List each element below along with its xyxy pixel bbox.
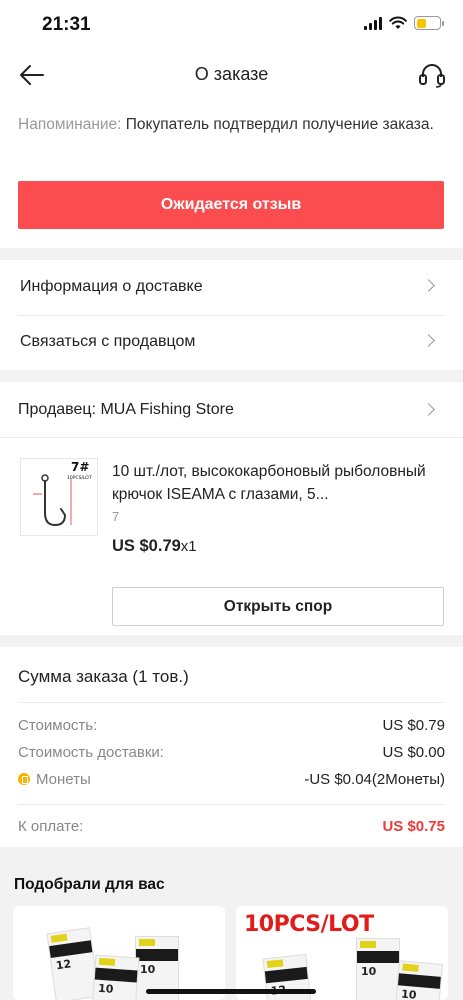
cost-label: Стоимость: — [18, 717, 98, 734]
reminder-message: Покупатель подтвердил получение заказа. — [125, 116, 434, 133]
hook-pack-image: 10 — [356, 938, 400, 1000]
page-title: О заказе — [194, 64, 269, 84]
pack-number: 10 — [400, 987, 418, 1000]
battery-icon — [414, 16, 444, 30]
pack-number: 12 — [55, 957, 73, 973]
divider — [0, 437, 463, 438]
contact-seller-row[interactable]: Связаться с продавцом — [0, 315, 463, 370]
app-header: О заказе — [0, 50, 463, 100]
wifi-icon — [389, 16, 407, 29]
shipping-value: US $0.00 — [382, 744, 445, 761]
coins-label: Монеты — [36, 771, 91, 788]
summary-line-shipping: Стоимость доставки: US $0.00 — [18, 744, 445, 766]
order-summary-title: Сумма заказа (1 тов.) — [18, 667, 189, 686]
coin-icon — [18, 773, 30, 785]
cost-value: US $0.79 — [382, 717, 445, 734]
order-reminder-section: Напоминание: Покупатель подтвердил получ… — [0, 100, 463, 248]
total-label: К оплате: — [18, 818, 84, 835]
status-bar: 21:31 — [0, 0, 463, 50]
thumb-size-label: 7# — [71, 460, 89, 474]
hook-pack-image: 10 — [393, 960, 443, 1000]
product-variant: 7 — [112, 509, 120, 524]
product-price-line: US $0.79x1 — [112, 537, 197, 556]
reminder-label: Напоминание: — [18, 116, 122, 133]
product-price: US $0.79 — [112, 537, 181, 555]
delivery-info-row[interactable]: Информация о доставке — [0, 260, 463, 315]
total-value: US $0.75 — [382, 818, 445, 835]
delivery-info-label: Информация о доставке — [20, 278, 203, 295]
divider — [18, 804, 445, 805]
recommended-product-card[interactable]: 12 10 10 — [13, 906, 225, 1000]
coins-label-wrap: Монеты — [18, 771, 91, 788]
product-title[interactable]: 10 шт./лот, высококарбоновый рыболовный … — [112, 460, 446, 506]
fishing-hook-image: 7# 10PCS/LOT — [33, 460, 92, 527]
product-quantity: x1 — [180, 538, 197, 555]
chevron-right-icon — [422, 403, 435, 416]
hook-pack-image: 10 — [90, 954, 140, 1000]
pack-number: 10 — [361, 965, 377, 978]
shipping-label: Стоимость доставки: — [18, 744, 164, 761]
seller-name: Продавец: MUA Fishing Store — [18, 401, 234, 418]
summary-line-total: К оплате: US $0.75 — [18, 818, 445, 840]
signal-icon — [364, 16, 382, 30]
hook-pack-image: 12 — [46, 927, 100, 1000]
home-indicator[interactable] — [146, 989, 316, 994]
awaiting-review-button[interactable]: Ожидается отзыв — [18, 181, 444, 229]
contact-seller-label: Связаться с продавцом — [20, 333, 196, 350]
promo-pack-text: 10PCS/LOT — [244, 912, 374, 937]
seller-product-section: Продавец: MUA Fishing Store 7# 10PCS/LOT… — [0, 382, 463, 635]
reminder-text: Напоминание: Покупатель подтвердил получ… — [18, 113, 438, 137]
divider — [18, 702, 445, 703]
pack-number: 10 — [140, 963, 156, 976]
recommended-product-card[interactable]: 10PCS/LOT 12 10 10 — [236, 906, 448, 1000]
chevron-right-icon — [422, 279, 435, 292]
recommendations-title: Подобрали для вас — [14, 876, 165, 893]
summary-line-cost: Стоимость: US $0.79 — [18, 717, 445, 739]
product-thumbnail[interactable]: 7# 10PCS/LOT — [20, 458, 98, 536]
summary-line-coins: Монеты -US $0.04(2Монеты) — [18, 771, 445, 793]
status-icons — [364, 16, 444, 30]
coins-value: -US $0.04(2Монеты) — [304, 771, 445, 788]
status-time: 21:31 — [42, 14, 91, 35]
open-dispute-button[interactable]: Открыть спор — [112, 587, 444, 626]
order-links-section: Информация о доставке Связаться с продав… — [0, 260, 463, 370]
seller-row[interactable]: Продавец: MUA Fishing Store — [0, 382, 463, 437]
headset-support-icon[interactable] — [417, 60, 447, 90]
order-summary-section: Сумма заказа (1 тов.) Стоимость: US $0.7… — [0, 647, 463, 847]
chevron-right-icon — [422, 334, 435, 347]
pack-number: 10 — [97, 981, 114, 996]
